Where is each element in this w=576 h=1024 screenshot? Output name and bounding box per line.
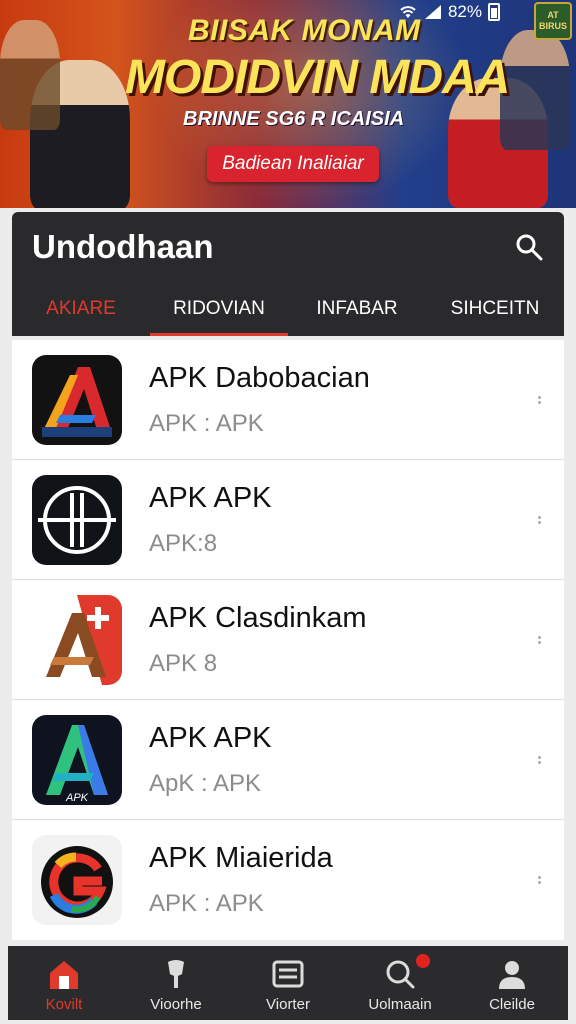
battery-percent: 82% [447,2,482,21]
tab-akiare[interactable]: AKIARE [12,282,150,336]
more-options-icon[interactable] [534,390,544,410]
tab-ridovian[interactable]: RIDOVIAN [150,282,288,336]
screen: BIISAK MONAM MODIDVIN MDAA BRINNE SG6 R … [0,0,576,1024]
home-icon [50,961,78,989]
nav-item-cleilde[interactable]: Cleilde [456,946,568,1020]
wifi-icon [400,6,416,18]
tab-infabar[interactable]: INFABAR [288,282,426,336]
app-title: APK Dabobacian [149,362,370,394]
list-item[interactable]: APK Miaierida APK : APK [12,820,564,940]
more-options-icon[interactable] [534,870,544,890]
letter-a-plus-icon [32,595,122,685]
signal-icon [424,5,441,19]
app-header: Undodhaan AKIARE RIDOVIAN INFABAR SIHCEI… [12,212,564,336]
list-item[interactable]: APK Clasdinkam APK 8 [12,580,564,700]
nav-label-cleilde: Cleilde [489,996,535,1013]
app-title: APK APK [149,482,272,514]
app-title: APK APK [149,722,272,754]
banner-headline-top: BIISAK MONAM [188,14,421,47]
search-icon[interactable] [512,230,546,264]
list-item[interactable]: APK APK APK ApK : APK [12,700,564,820]
nav-item-uolmaain[interactable]: Uolmaain [344,946,456,1020]
letter-a-green-icon: APK [32,715,122,805]
nav-label-uolmaain: Uolmaain [368,996,432,1013]
app-subtitle: APK : APK [149,410,264,437]
notification-badge [416,954,430,968]
more-options-icon[interactable] [534,750,544,770]
app-subtitle: APK : APK [149,890,264,917]
letter-a-red-icon [32,355,122,445]
nav-label-viorter: Viorter [266,996,310,1013]
shovel-icon [168,960,184,988]
app-title: APK Miaierida [149,842,333,874]
banner-headline: MODIDVIN MDAA [125,51,510,104]
app-subtitle: APK:8 [149,530,218,557]
bottom-nav: Kovilt Vioorhe Viorter Uolmaain Cleilde [8,946,568,1020]
banner-person-left-back [0,20,60,130]
svg-text:APK: APK [65,792,89,804]
search-icon [386,960,415,989]
nav-item-viorter[interactable]: Viorter [232,946,344,1020]
status-bar: 82% [398,0,576,24]
circle-target-icon [32,475,122,565]
list-item[interactable]: APK Dabobacian APK : APK [12,340,564,460]
list-icon [272,960,304,988]
profile-icon [499,961,525,989]
page-title: Undodhaan [32,228,214,265]
promo-banner[interactable]: BIISAK MONAM MODIDVIN MDAA BRINNE SG6 R … [0,0,576,208]
app-subtitle: ApK : APK [149,770,262,797]
banner-subheadline: BRINNE SG6 R ICAISIA [183,108,405,130]
nav-label-vioorhe: Vioorhe [150,996,202,1013]
battery-icon [488,3,500,21]
banner-cta-button[interactable]: Badiean Inaliaiar [207,146,379,182]
tab-bar: AKIARE RIDOVIAN INFABAR SIHCEITN [12,282,564,336]
tab-sihceitn[interactable]: SIHCEITN [426,282,564,336]
app-subtitle: APK 8 [149,650,218,677]
app-title: APK Clasdinkam [149,602,367,634]
nav-label-home: Kovilt [45,996,83,1013]
nav-item-home[interactable]: Kovilt [8,946,120,1020]
letter-g-icon [32,835,122,925]
nav-item-vioorhe[interactable]: Vioorhe [120,946,232,1020]
more-options-icon[interactable] [534,630,544,650]
app-list: APK Dabobacian APK : APK APK APK APK:8 A… [12,340,564,940]
list-item[interactable]: APK APK APK:8 [12,460,564,580]
more-options-icon[interactable] [534,510,544,530]
banner-person-right-back [500,30,570,150]
